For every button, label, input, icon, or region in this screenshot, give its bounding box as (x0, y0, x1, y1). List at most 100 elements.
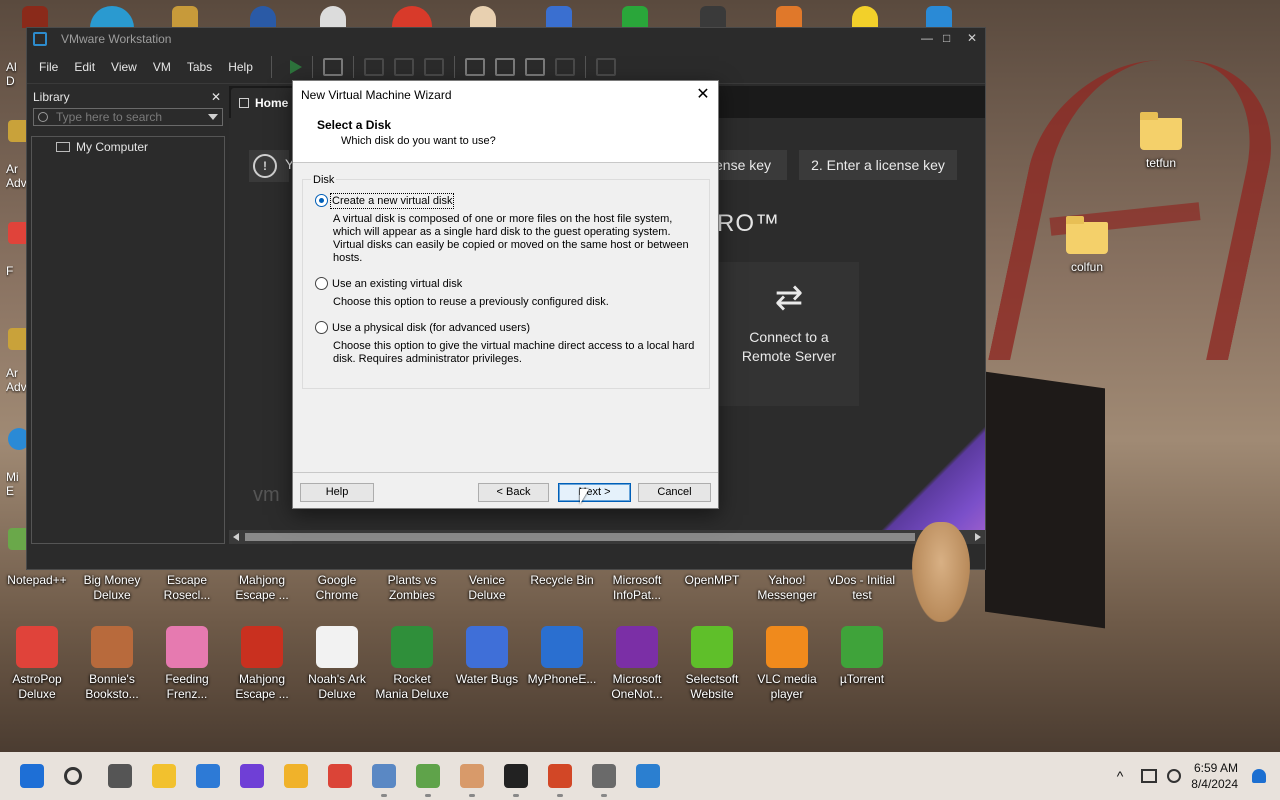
settings-icon[interactable] (592, 764, 616, 788)
network-icon[interactable] (1141, 769, 1158, 783)
dialog-close-button[interactable]: ✕ (688, 81, 718, 109)
desktop-icon-water-bugs[interactable]: Water Bugs (450, 626, 524, 687)
desktop-icon-top[interactable] (470, 6, 496, 28)
enter-license-key-button[interactable]: 2. Enter a license key (799, 150, 957, 180)
photos-icon[interactable] (636, 764, 660, 788)
character-icon[interactable] (460, 764, 484, 788)
desktop-icon-top[interactable] (172, 6, 198, 28)
full-screen-icon[interactable] (524, 57, 545, 76)
desktop-folder-colfun[interactable]: colfun (1050, 216, 1124, 275)
scroll-right-icon[interactable] (975, 533, 981, 541)
file-explorer-icon[interactable] (152, 764, 176, 788)
7zip-icon[interactable] (504, 764, 528, 788)
desktop-icon-plants-vs-zombies[interactable]: Plants vs Zombies (375, 573, 449, 603)
desktop-icon-yahoo-messenger[interactable]: Yahoo! Messenger (750, 573, 824, 603)
maximize-button[interactable]: □ (943, 31, 950, 45)
scroll-left-icon[interactable] (233, 533, 239, 541)
radio-button[interactable] (315, 277, 328, 290)
desktop-icon-torrent[interactable]: µTorrent (825, 626, 899, 687)
desktop-icon-top[interactable] (776, 6, 802, 28)
back-button[interactable]: < Back (478, 483, 549, 502)
thumbnail-bar-icon[interactable] (494, 57, 515, 76)
desktop-icon-top[interactable] (546, 6, 572, 28)
menu-tabs[interactable]: Tabs (179, 56, 220, 78)
tree-item-my-computer[interactable]: My Computer (32, 137, 224, 154)
help-button[interactable]: Help (300, 483, 374, 502)
desktop-icon-notepad[interactable]: Notepad++ (0, 573, 74, 588)
radio-use-physical-disk[interactable]: Use a physical disk (for advanced users) (315, 321, 530, 334)
dialog-titlebar[interactable]: New Virtual Machine Wizard (293, 81, 718, 109)
horizontal-scrollbar[interactable] (229, 530, 985, 544)
desktop-icon-bonnie-s-booksto[interactable]: Bonnie's Booksto... (75, 626, 149, 702)
scrollbar-thumb[interactable] (245, 533, 915, 541)
menu-file[interactable]: File (31, 56, 66, 78)
desktop-icon-top[interactable] (22, 6, 48, 28)
chevron-up-icon[interactable]: ^ (1117, 768, 1124, 784)
notification-bell-icon[interactable] (1252, 769, 1266, 783)
vmware-icon[interactable] (372, 764, 396, 788)
menu-vm[interactable]: VM (145, 56, 179, 78)
desktop-icon-venice-deluxe[interactable]: Venice Deluxe (450, 573, 524, 603)
desktop-icon-mahjong-escape[interactable]: Mahjong Escape ... (225, 626, 299, 702)
library-close-icon[interactable]: ✕ (211, 90, 221, 104)
desktop-icon-top[interactable] (622, 6, 648, 28)
desktop-icon-vlc-media-player[interactable]: VLC media player (750, 626, 824, 702)
desktop-icon-top[interactable] (320, 6, 346, 28)
minimize-button[interactable]: — (921, 31, 933, 45)
library-search-input[interactable]: Type here to search (33, 108, 223, 126)
volume-muted-icon[interactable] (1167, 769, 1182, 783)
vmware-titlebar[interactable]: VMware Workstation — □ ✕ (27, 28, 985, 50)
desktop-icon-noah-s-ark-deluxe[interactable]: Noah's Ark Deluxe (300, 626, 374, 702)
console-view-icon[interactable] (595, 57, 616, 76)
search-icon[interactable] (64, 767, 82, 785)
desktop-icon-astropop-deluxe[interactable]: AstroPop Deluxe (0, 626, 74, 702)
desktop-icon-vdos-initial-test[interactable]: vDos - Initial test (825, 573, 899, 603)
desktop-icon-microsoft-infopat[interactable]: Microsoft InfoPat... (600, 573, 674, 603)
desktop-icon-top[interactable] (392, 6, 432, 28)
desktop-icon-google-chrome[interactable]: Google Chrome (300, 573, 374, 603)
menu-edit[interactable]: Edit (66, 56, 103, 78)
desktop-icon-top[interactable] (90, 6, 134, 28)
chevron-down-icon[interactable] (208, 114, 218, 120)
radio-create-new-disk[interactable]: Create a new virtual disk (315, 192, 455, 209)
desktop-icon-top[interactable] (250, 6, 276, 28)
desktop-icon-selectsoft-website[interactable]: Selectsoft Website (675, 626, 749, 702)
radio-button[interactable] (315, 321, 328, 334)
game-icon[interactable] (284, 764, 308, 788)
menu-view[interactable]: View (103, 56, 145, 78)
task-view-icon[interactable] (108, 764, 132, 788)
show-library-icon[interactable] (464, 57, 485, 76)
firefox-icon[interactable] (240, 764, 264, 788)
unity-icon[interactable] (554, 57, 575, 76)
snapshot-icon[interactable] (363, 57, 384, 76)
powerpoint-icon[interactable] (548, 764, 572, 788)
desktop-folder-tetfun[interactable]: tetfun (1124, 112, 1198, 171)
desktop-icon-top[interactable] (852, 6, 878, 28)
desktop-icon-big-money-deluxe[interactable]: Big Money Deluxe (75, 573, 149, 603)
start-icon[interactable] (20, 764, 44, 788)
radio-use-existing-disk[interactable]: Use an existing virtual disk (315, 277, 462, 290)
chrome-icon[interactable] (328, 764, 352, 788)
minecraft-icon[interactable] (416, 764, 440, 788)
snapshot-manager-icon[interactable] (423, 57, 444, 76)
desktop-icon-microsoft-onenot[interactable]: Microsoft OneNot... (600, 626, 674, 702)
store-icon[interactable] (196, 764, 220, 788)
desktop-icon-escape-rosecl[interactable]: Escape Rosecl... (150, 573, 224, 603)
radio-button-selected[interactable] (315, 194, 328, 207)
desktop-icon-openmpt[interactable]: OpenMPT (675, 573, 749, 588)
desktop-icon-myphonee[interactable]: MyPhoneE... (525, 626, 599, 687)
desktop-icon-recycle-bin[interactable]: Recycle Bin (525, 573, 599, 588)
connect-remote-server-card[interactable]: ⇄ Connect to a Remote Server (719, 262, 859, 406)
desktop-icon-rocket-mania-deluxe[interactable]: Rocket Mania Deluxe (375, 626, 449, 702)
desktop-icon-top[interactable] (926, 6, 952, 28)
desktop-icon-feeding-frenz[interactable]: Feeding Frenz... (150, 626, 224, 702)
tab-home[interactable]: Home (231, 88, 297, 118)
clock[interactable]: 6:59 AM 8/4/2024 (1191, 760, 1238, 792)
cancel-button[interactable]: Cancel (638, 483, 711, 502)
menu-help[interactable]: Help (220, 56, 261, 78)
send-keys-icon[interactable] (322, 57, 343, 76)
revert-snapshot-icon[interactable] (393, 57, 414, 76)
desktop-icon-mahjong-escape[interactable]: Mahjong Escape ... (225, 573, 299, 603)
close-button[interactable]: ✕ (967, 31, 977, 45)
next-button[interactable]: Next > (558, 483, 631, 502)
